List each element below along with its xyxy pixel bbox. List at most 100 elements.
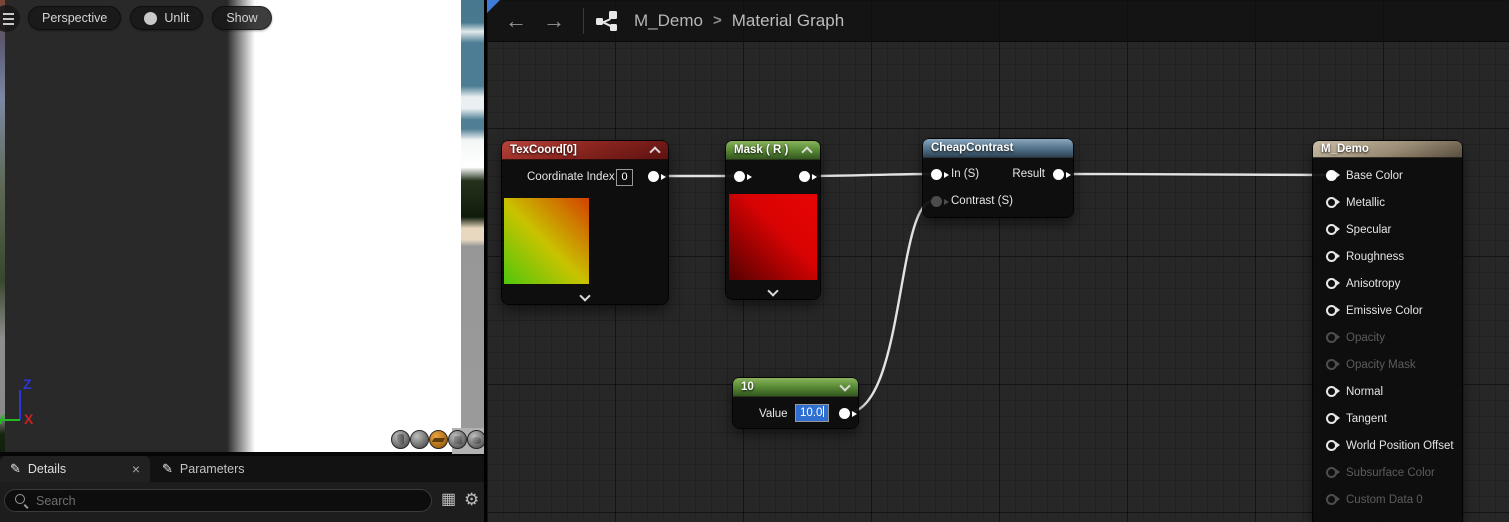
cheapcontrast-contrast-label: Contrast (S) bbox=[951, 195, 1013, 207]
node-material-header[interactable]: M_Demo bbox=[1313, 141, 1462, 158]
preview-shape-button[interactable] bbox=[410, 430, 429, 449]
mask-output-pin[interactable] bbox=[799, 171, 810, 182]
material-pin-label: Anisotropy bbox=[1346, 278, 1400, 290]
forward-arrow-icon[interactable]: → bbox=[535, 8, 573, 34]
chevron-up-icon[interactable] bbox=[802, 145, 812, 155]
material-pin-row: World Position Offset bbox=[1313, 432, 1462, 459]
chevron-down-icon[interactable] bbox=[580, 292, 590, 302]
constant-output-pin[interactable] bbox=[839, 408, 850, 419]
preview-shape-buttons bbox=[391, 430, 484, 449]
material-input-pin[interactable] bbox=[1326, 251, 1337, 262]
cheapcontrast-in-label: In (S) bbox=[951, 168, 979, 180]
texcoord-preview-swatch bbox=[504, 198, 589, 284]
material-input-pin[interactable] bbox=[1326, 332, 1337, 343]
material-input-pin[interactable] bbox=[1326, 278, 1337, 289]
node-constant-header[interactable]: 10 bbox=[733, 378, 858, 397]
material-pin-label: Base Color bbox=[1346, 170, 1403, 182]
node-cheapcontrast-header[interactable]: CheapContrast bbox=[923, 139, 1073, 158]
material-pin-label: Subsurface Color bbox=[1346, 467, 1435, 479]
material-pin-label: Normal bbox=[1346, 386, 1383, 398]
graph-breadcrumb-bar: ← → M_Demo > Material Graph bbox=[487, 0, 1509, 42]
material-pin-label: Emissive Color bbox=[1346, 305, 1423, 317]
show-label: Show bbox=[226, 11, 257, 25]
tab-parameters[interactable]: ✎ Parameters bbox=[152, 456, 312, 482]
constant-value-field[interactable]: 10.0 bbox=[795, 404, 829, 422]
material-input-pin[interactable] bbox=[1326, 359, 1337, 370]
cheapcontrast-in-pin[interactable] bbox=[931, 169, 942, 180]
material-input-pin[interactable] bbox=[1326, 386, 1337, 397]
settings-gear-icon[interactable]: ⚙ bbox=[464, 490, 479, 510]
material-editor-window: Perspective Unlit Show Z Y X bbox=[0, 0, 1509, 522]
texcoord-output-pin[interactable] bbox=[648, 171, 659, 182]
material-input-pin[interactable] bbox=[1326, 413, 1337, 424]
preview-viewport[interactable]: Perspective Unlit Show Z Y X bbox=[0, 0, 484, 456]
table-view-icon[interactable]: ▦ bbox=[441, 490, 456, 509]
node-constant-title: 10 bbox=[741, 381, 754, 393]
y-axis-label: Y bbox=[0, 411, 5, 427]
material-pin-row: Custom Data 0 bbox=[1313, 486, 1462, 513]
hamburger-icon bbox=[3, 13, 14, 15]
node-cheapcontrast-title: CheapContrast bbox=[931, 142, 1013, 154]
material-input-pin[interactable] bbox=[1326, 494, 1337, 505]
material-pin-row: Opacity Mask bbox=[1313, 351, 1462, 378]
toolbar-separator bbox=[583, 8, 584, 34]
tab-details[interactable]: ✎ Details × bbox=[0, 456, 150, 482]
node-material-result[interactable]: M_Demo Base Color Metallic Specular bbox=[1313, 141, 1462, 522]
preview-shape-button[interactable] bbox=[391, 430, 410, 449]
back-arrow-icon[interactable]: ← bbox=[497, 8, 535, 34]
unlit-view-mode-button[interactable]: Unlit bbox=[130, 6, 203, 30]
chevron-down-icon[interactable] bbox=[840, 382, 850, 392]
material-pin-label: Tangent bbox=[1346, 413, 1387, 425]
parameters-tab-label: Parameters bbox=[180, 462, 245, 476]
material-input-pin[interactable] bbox=[1326, 170, 1337, 181]
node-texcoord-header[interactable]: TexCoord[0] bbox=[502, 141, 668, 160]
node-material-title: M_Demo bbox=[1321, 143, 1369, 155]
material-pin-row: Subsurface Color bbox=[1313, 459, 1462, 486]
node-texcoord[interactable]: TexCoord[0] Coordinate Index bbox=[502, 141, 668, 304]
close-icon[interactable]: × bbox=[132, 462, 140, 476]
mask-input-pin[interactable] bbox=[734, 171, 745, 182]
node-mask-header[interactable]: Mask ( R ) bbox=[726, 141, 820, 160]
cheapcontrast-result-label: Result bbox=[1012, 168, 1045, 180]
mask-preview-swatch bbox=[729, 194, 817, 280]
node-cheapcontrast[interactable]: CheapContrast In (S) Result Contrast (S) bbox=[923, 139, 1073, 217]
material-input-pin[interactable] bbox=[1326, 305, 1337, 316]
material-pin-row: Anisotropy bbox=[1313, 270, 1462, 297]
chevron-up-icon[interactable] bbox=[650, 145, 660, 155]
unlit-label: Unlit bbox=[164, 11, 189, 25]
material-input-pin[interactable] bbox=[1326, 440, 1337, 451]
hamburger-icon bbox=[3, 23, 14, 25]
pencil-icon: ✎ bbox=[162, 461, 173, 477]
material-input-pin[interactable] bbox=[1326, 467, 1337, 478]
cheapcontrast-result-pin[interactable] bbox=[1053, 169, 1064, 180]
material-input-pin[interactable] bbox=[1326, 224, 1337, 235]
hamburger-icon bbox=[3, 18, 14, 20]
x-axis-label: X bbox=[24, 411, 33, 427]
axis-gizmo: Z Y X bbox=[0, 374, 44, 428]
preview-shape-button[interactable] bbox=[467, 430, 484, 449]
node-graph-icon bbox=[596, 11, 618, 31]
search-input[interactable]: Search bbox=[4, 489, 432, 512]
breadcrumb-root[interactable]: M_Demo bbox=[634, 11, 703, 31]
preview-shape-button[interactable] bbox=[429, 430, 448, 449]
breadcrumb-current[interactable]: Material Graph bbox=[732, 11, 844, 31]
details-panel: ✎ Details × ✎ Parameters Search ▦ ⚙ bbox=[0, 456, 484, 522]
material-pin-label: Roughness bbox=[1346, 251, 1404, 263]
active-panel-corner-marker bbox=[487, 0, 500, 13]
material-pin-label: Opacity Mask bbox=[1346, 359, 1416, 371]
breadcrumb-separator: > bbox=[713, 12, 722, 29]
material-pin-label: Specular bbox=[1346, 224, 1391, 236]
cheapcontrast-contrast-pin[interactable] bbox=[931, 196, 942, 207]
perspective-label: Perspective bbox=[42, 11, 107, 25]
preview-shape-button[interactable] bbox=[448, 430, 467, 449]
pencil-icon: ✎ bbox=[10, 461, 21, 477]
perspective-button[interactable]: Perspective bbox=[28, 6, 121, 30]
chevron-down-icon[interactable] bbox=[768, 287, 778, 297]
details-body: Search ▦ ⚙ bbox=[0, 482, 484, 522]
node-mask[interactable]: Mask ( R ) bbox=[726, 141, 820, 299]
show-button[interactable]: Show bbox=[212, 6, 271, 30]
material-pin-label: Metallic bbox=[1346, 197, 1385, 209]
search-icon bbox=[14, 493, 29, 508]
material-input-pin[interactable] bbox=[1326, 197, 1337, 208]
coordinate-index-field[interactable]: 0 bbox=[616, 169, 633, 186]
